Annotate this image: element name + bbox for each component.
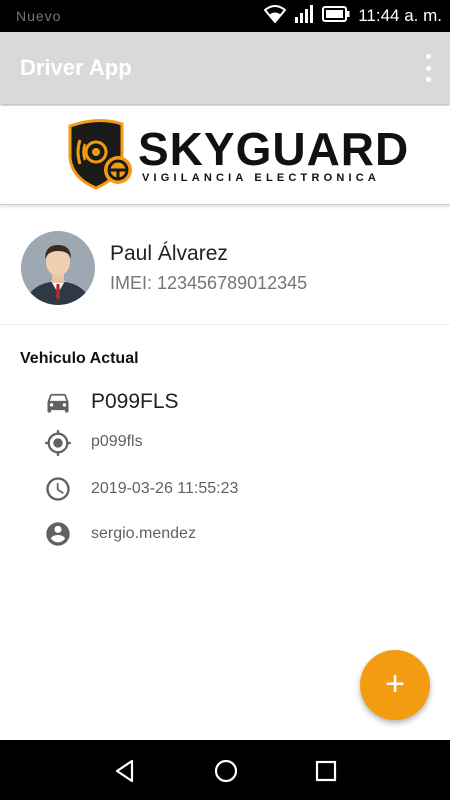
back-icon[interactable] (110, 756, 140, 786)
vehicle-user: sergio.mendez (91, 525, 196, 542)
shield-logo-icon (66, 118, 136, 195)
vehicle-device-row: p099fls (44, 429, 424, 459)
status-left-text: Nuevo (16, 8, 62, 24)
recents-icon[interactable] (311, 756, 341, 786)
status-bar: Nuevo 11:44 a. m. (0, 0, 450, 32)
driver-profile: Paul Álvarez IMEI: 123456789012345 (0, 206, 450, 325)
app-title: Driver App (20, 55, 132, 80)
section-title: Vehiculo Actual (20, 350, 139, 367)
vehicle-device: p099fls (91, 433, 143, 450)
vehicle-plate-row: P099FLS (44, 388, 424, 418)
vehicle-timestamp: 2019-03-26 11:55:23 (91, 480, 239, 497)
add-fab-button[interactable]: + (360, 650, 430, 720)
vehicle-timestamp-row: 2019-03-26 11:55:23 (44, 475, 424, 505)
driver-imei: IMEI: 123456789012345 (110, 273, 308, 293)
avatar (21, 231, 95, 305)
vehicle-plate: P099FLS (91, 390, 179, 413)
system-nav-bar (0, 740, 450, 800)
wifi-icon (263, 4, 287, 28)
vehicle-user-row: sergio.mendez (44, 520, 424, 550)
logo-banner: SKYGUARD VIGILANCIA ELECTRONICA (0, 106, 450, 205)
battery-icon (322, 5, 350, 27)
car-icon (44, 388, 72, 416)
brand-name: SKYGUARD (138, 123, 410, 175)
home-icon[interactable] (211, 756, 241, 786)
clock-icon (44, 475, 72, 503)
status-time: 11:44 a. m. (358, 6, 442, 25)
status-icons: 11:44 a. m. (263, 4, 442, 28)
driver-name: Paul Álvarez (110, 242, 228, 265)
brand-tagline: VIGILANCIA ELECTRONICA (142, 172, 381, 184)
signal-icon (294, 4, 314, 28)
more-vert-icon[interactable] (422, 54, 434, 82)
app-bar: Driver App (0, 32, 450, 104)
gps-fixed-icon (44, 429, 72, 457)
account-circle-icon (44, 520, 72, 548)
